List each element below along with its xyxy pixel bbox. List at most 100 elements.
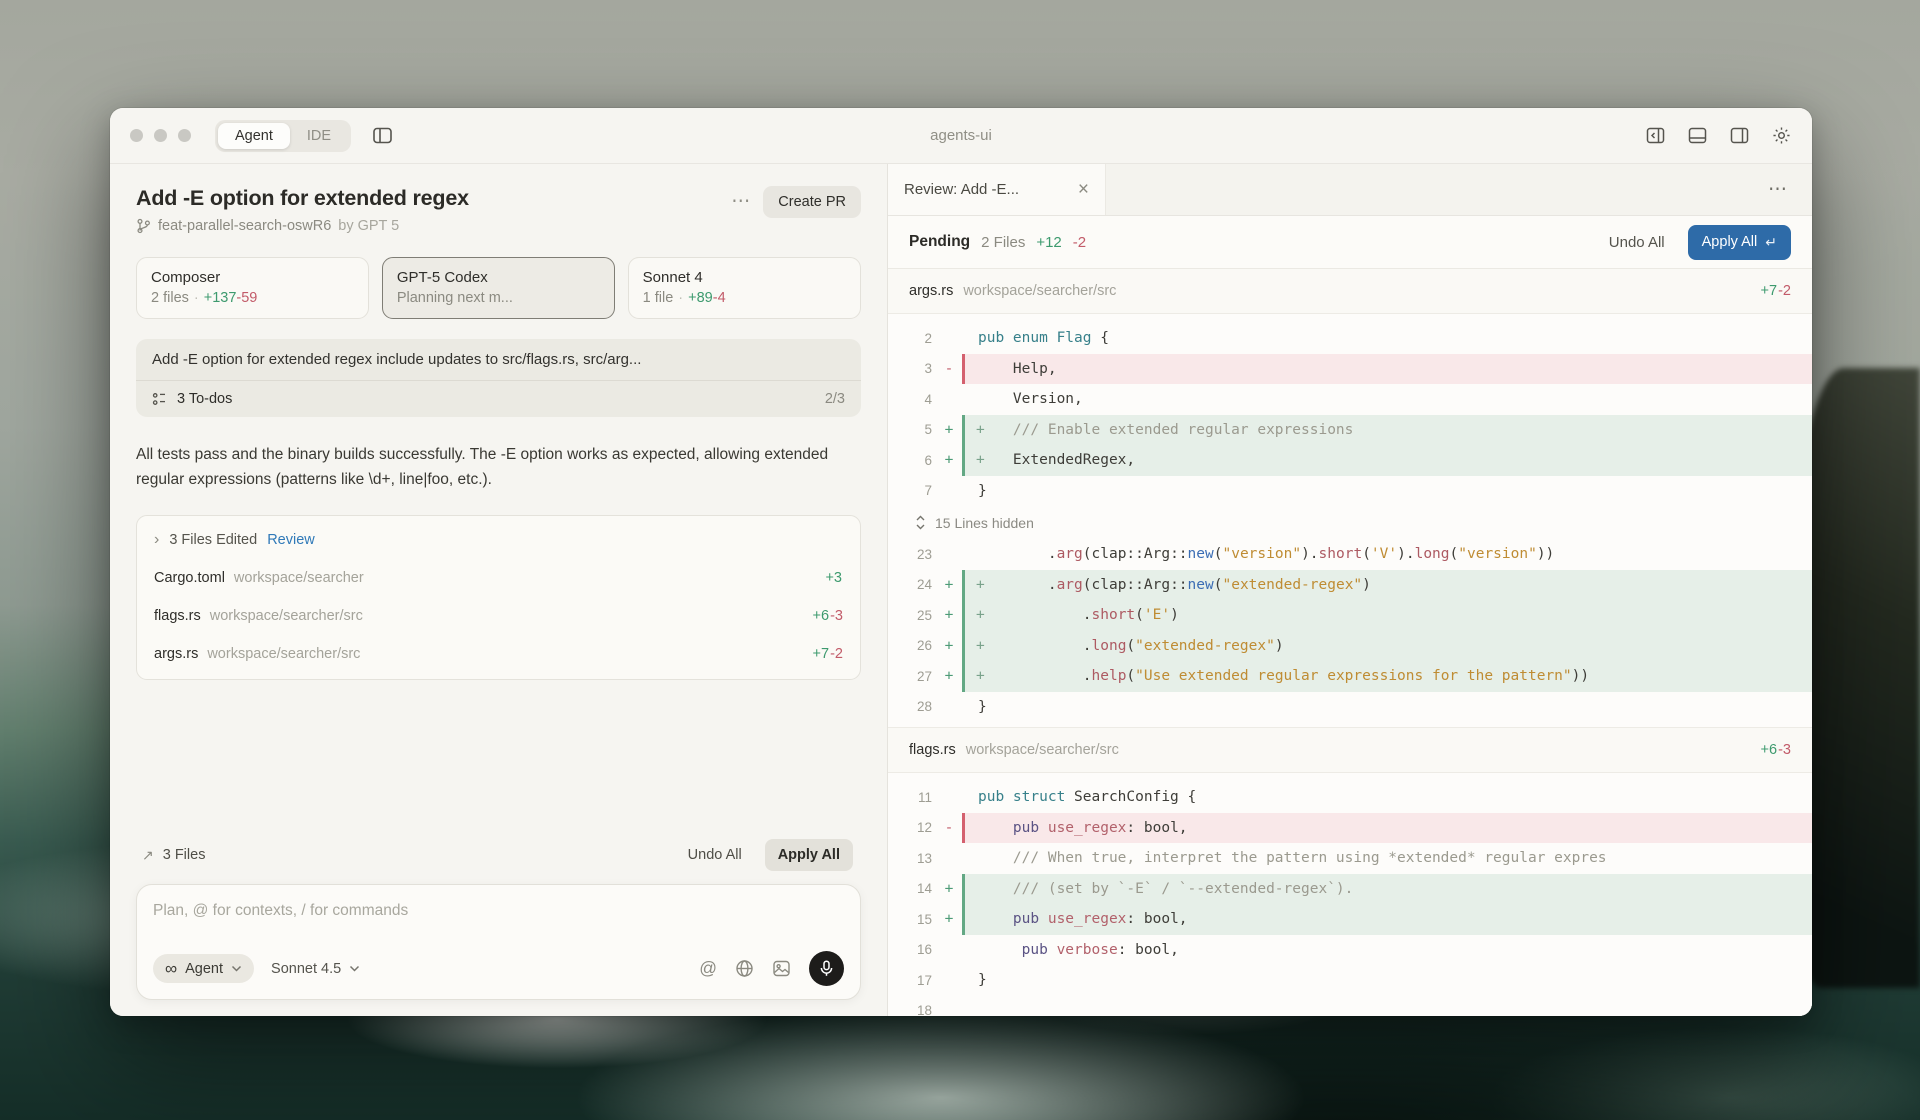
line-code: } [962, 965, 1812, 996]
diagonal-arrow-icon: ↗ [142, 847, 154, 864]
globe-icon[interactable] [735, 959, 754, 978]
file-row-args-rs[interactable]: args.rs workspace/searcher/src +7-2 [137, 635, 860, 673]
line-change-sign: + [936, 415, 962, 446]
diff-file-name: flags.rs [909, 742, 956, 758]
todos-row[interactable]: 3 To-dos 2/3 [136, 380, 861, 417]
todos-progress: 2/3 [825, 391, 845, 407]
session-menu-icon[interactable]: ⋯ [731, 186, 763, 213]
file-row-cargo-toml[interactable]: Cargo.toml workspace/searcher +3 [137, 559, 860, 597]
panel-right-icon[interactable] [1729, 125, 1750, 146]
inner-add-sign: + [976, 607, 985, 623]
create-pr-button[interactable]: Create PR [763, 186, 861, 218]
diff-file-header[interactable]: args.rsworkspace/searcher/src+7-2 [888, 269, 1812, 314]
line-change-sign: + [936, 631, 962, 662]
line-code: + ExtendedRegex, [962, 445, 1812, 476]
undo-all-button[interactable]: Undo All [678, 840, 752, 870]
image-icon[interactable] [772, 959, 791, 978]
diff-section: flags.rs workspace/searcher/src +6-3 11 pub … [888, 727, 1812, 1016]
undo-all-button[interactable]: Undo All [1597, 227, 1677, 258]
microphone-button[interactable] [809, 951, 844, 986]
mention-icon[interactable]: @ [699, 958, 717, 979]
collapse-panel-left-icon[interactable] [1645, 125, 1666, 146]
file-row-flags-rs[interactable]: flags.rs workspace/searcher/src +6-3 [137, 597, 860, 635]
diff-file-path: workspace/searcher/src [963, 283, 1116, 299]
sidebar-toggle-icon[interactable] [371, 124, 394, 147]
window-title: agents-ui [930, 127, 992, 144]
review-menu-icon[interactable]: ⋯ [1768, 178, 1812, 201]
line-change-sign: + [936, 874, 962, 905]
mode-label: Agent [185, 961, 223, 977]
line-number: 11 [888, 782, 936, 813]
pending-additions: +12 [1036, 234, 1061, 251]
line-change-sign: - [936, 813, 962, 844]
infinity-icon: ∞ [165, 960, 177, 977]
settings-gear-icon[interactable] [1771, 125, 1792, 146]
review-link[interactable]: Review [267, 532, 315, 548]
diff-file-stats: +7-2 [1761, 283, 1791, 299]
composer-placeholder[interactable]: Plan, @ for contexts, / for commands [153, 902, 844, 920]
diff-file-path: workspace/searcher/src [966, 742, 1119, 758]
close-window-button[interactable] [130, 129, 143, 142]
line-change-sign [936, 782, 962, 813]
line-code: /// When true, interpret the pattern usi… [962, 843, 1812, 874]
stat-additions: +7 [1761, 283, 1778, 299]
inner-add-sign: + [976, 668, 985, 684]
diff-line: 25++ .short('E') [888, 600, 1812, 631]
line-change-sign [936, 476, 962, 507]
changed-files-count[interactable]: 3 Files [163, 847, 206, 863]
line-code: } [962, 692, 1812, 723]
review-tab-label: Review: Add -E... [904, 181, 1066, 198]
return-key-icon: ↵ [1765, 234, 1777, 251]
apply-all-button[interactable]: Apply All ↵ [1688, 225, 1791, 260]
line-number: 3 [888, 354, 936, 385]
line-code: pub verbose: bool, [962, 935, 1812, 966]
line-change-sign: + [936, 445, 962, 476]
files-edited-card: › 3 Files Edited Review Cargo.toml works… [136, 515, 861, 680]
review-tab[interactable]: Review: Add -E... × [888, 164, 1106, 215]
panel-bottom-icon[interactable] [1687, 125, 1708, 146]
line-code [962, 996, 1812, 1017]
model-selector[interactable]: Sonnet 4.5 [271, 961, 360, 977]
chevron-down-icon [349, 965, 360, 972]
agent-cards: Composer 2 files · +137-59 GPT-5 Codex P… [136, 257, 861, 319]
diff-line: 15+ pub use_regex: bool, [888, 904, 1812, 935]
minimize-window-button[interactable] [154, 129, 167, 142]
tab-ide[interactable]: IDE [290, 123, 348, 149]
line-change-sign: + [936, 904, 962, 935]
stat-deletions: -3 [1778, 742, 1791, 758]
review-pane: Review: Add -E... × ⋯ Pending 2 Files +1… [888, 164, 1812, 1016]
chevron-right-icon: › [154, 532, 159, 548]
agent-card-sonnet-4[interactable]: Sonnet 4 1 file · +89-4 [628, 257, 861, 319]
inner-add-sign: + [976, 452, 985, 468]
agent-card-composer[interactable]: Composer 2 files · +137-59 [136, 257, 369, 319]
line-change-sign: - [936, 354, 962, 385]
stat-additions: +6 [1761, 742, 1778, 758]
zoom-window-button[interactable] [178, 129, 191, 142]
message-composer[interactable]: Plan, @ for contexts, / for commands ∞ A… [136, 884, 861, 1000]
tab-agent[interactable]: Agent [218, 123, 290, 149]
close-tab-icon[interactable]: × [1078, 180, 1089, 199]
mode-selector[interactable]: ∞ Agent [153, 954, 254, 983]
line-number: 18 [888, 996, 936, 1017]
diff-file-stats: +6-3 [1761, 742, 1791, 758]
diff-line: 7} [888, 476, 1812, 507]
diff-line: 5++ /// Enable extended regular expressi… [888, 415, 1812, 446]
diff-line: 12- pub use_regex: bool, [888, 813, 1812, 844]
app-window: Agent IDE agents-ui [110, 108, 1812, 1016]
line-code: + .arg(clap::Arg::new("extended-regex") [962, 570, 1812, 601]
apply-all-button[interactable]: Apply All [765, 839, 853, 871]
line-code: Help, [962, 354, 1812, 385]
agent-card-gpt5-codex[interactable]: GPT-5 Codex Planning next m... [382, 257, 614, 319]
files-edited-header[interactable]: › 3 Files Edited Review [137, 521, 860, 559]
inner-add-sign: + [976, 422, 985, 438]
diff-line: 13 /// When true, interpret the pattern … [888, 843, 1812, 874]
line-code: + /// Enable extended regular expression… [962, 415, 1812, 446]
diff-line: 18 [888, 996, 1812, 1017]
diff-file-header[interactable]: flags.rs workspace/searcher/src +6-3 [888, 727, 1812, 773]
review-tabbar: Review: Add -E... × ⋯ [888, 164, 1812, 216]
hidden-lines-row[interactable]: 15 Lines hidden [888, 506, 1812, 539]
branch-name: feat-parallel-search-oswR6 [158, 218, 331, 234]
line-number: 23 [888, 539, 936, 570]
line-number: 6 [888, 445, 936, 476]
titlebar: Agent IDE agents-ui [110, 108, 1812, 164]
